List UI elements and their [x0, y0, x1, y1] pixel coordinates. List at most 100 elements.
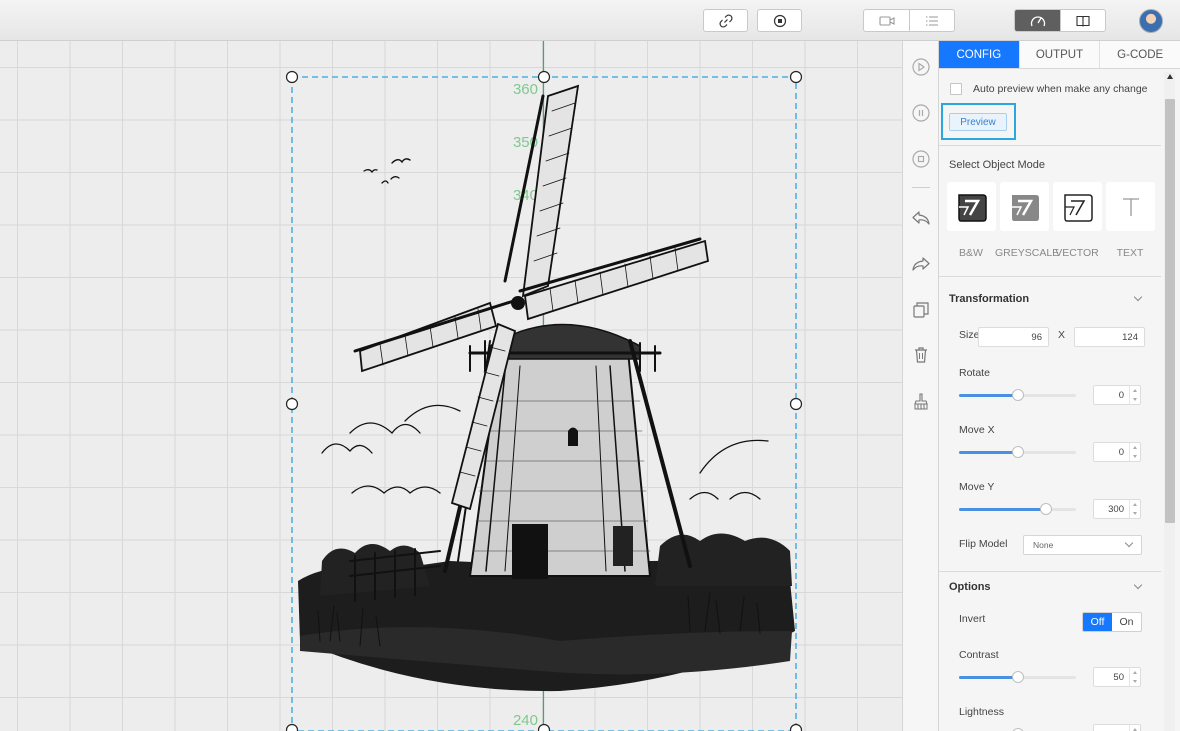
text-mode-icon [1122, 197, 1139, 216]
undo-button[interactable] [910, 207, 932, 229]
stop-job-button[interactable] [757, 9, 802, 32]
mode-group [1014, 9, 1106, 32]
brush-icon [914, 393, 928, 410]
move-y-input[interactable]: 300 [1093, 499, 1141, 519]
camera-list-group [863, 9, 955, 32]
size-width-input[interactable]: 96 [978, 327, 1049, 347]
copy-button[interactable] [910, 299, 932, 321]
select-mode-label: Select Object Mode [949, 159, 1045, 171]
stop-icon [773, 14, 786, 27]
move-x-slider[interactable] [959, 446, 1076, 458]
auto-preview-checkbox[interactable] [950, 83, 962, 95]
auto-preview-row: Auto preview when make any change [950, 83, 1148, 95]
mode-text-card[interactable] [1106, 182, 1155, 231]
contrast-label: Contrast [959, 649, 999, 661]
move-y-slider[interactable] [959, 503, 1076, 515]
move-x-stepper[interactable] [1129, 443, 1140, 461]
move-y-label: Move Y [959, 481, 995, 493]
rotate-value: 0 [1118, 389, 1124, 401]
list-icon [926, 15, 938, 26]
handle-top-right [789, 70, 803, 84]
contrast-slider-fill [959, 676, 1018, 679]
mode-bw-card[interactable] [947, 182, 996, 231]
preview-button[interactable]: Preview [949, 113, 1007, 131]
user-avatar[interactable] [1139, 9, 1163, 33]
move-y-slider-knob[interactable] [1040, 503, 1052, 515]
contrast-input[interactable]: 50 [1093, 667, 1141, 687]
move-x-value: 0 [1118, 446, 1124, 458]
tab-output[interactable]: OUTPUT [1018, 41, 1100, 68]
delete-button[interactable] [910, 344, 932, 366]
size-label: Size [959, 329, 980, 341]
invert-off-option[interactable]: Off [1083, 613, 1112, 631]
transformation-collapse-icon[interactable] [1133, 292, 1143, 302]
clear-button[interactable] [910, 391, 932, 413]
rotate-label: Rotate [959, 367, 990, 379]
handle-bottom-center [537, 723, 551, 731]
move-x-slider-knob[interactable] [1012, 446, 1024, 458]
lightness-stepper[interactable] [1129, 725, 1140, 731]
move-x-label: Move X [959, 424, 995, 436]
size-x-label: X [1058, 329, 1066, 341]
tool-column [902, 41, 939, 731]
redo-icon [912, 257, 930, 271]
options-collapse-icon[interactable] [1133, 580, 1143, 590]
lightness-input[interactable] [1093, 724, 1141, 731]
mode-greyscale-card[interactable] [1000, 182, 1049, 231]
rotate-slider-fill [959, 394, 1018, 397]
rotate-slider[interactable] [959, 389, 1076, 401]
divider [939, 145, 1161, 146]
tab-config[interactable]: CONFIG [939, 41, 1019, 68]
vector-mode-icon [1063, 193, 1093, 222]
book-icon [1076, 15, 1090, 27]
divider [939, 571, 1161, 572]
trash-icon [915, 347, 927, 363]
redo-button[interactable] [910, 253, 932, 275]
settings-panel: CONFIG OUTPUT G-CODE Auto preview when m… [939, 41, 1180, 731]
size-height-input[interactable]: 124 [1074, 327, 1145, 347]
scrollbar-thumb[interactable] [1165, 99, 1175, 523]
handle-top-center [537, 70, 551, 84]
invert-toggle[interactable]: Off On [1082, 612, 1142, 632]
play-icon [912, 58, 930, 76]
unlink-button[interactable] [703, 9, 748, 32]
mode-text-label: TEXT [1116, 247, 1144, 259]
move-y-value: 300 [1108, 503, 1124, 515]
options-title: Options [949, 581, 991, 593]
handle-bottom-right [789, 723, 803, 731]
move-y-stepper[interactable] [1129, 500, 1140, 518]
workspace-canvas[interactable]: 360 350 340 290 280 240 [0, 41, 902, 731]
stop-button[interactable] [910, 148, 932, 170]
mode-bw-label: B&W [959, 247, 983, 259]
tab-gcode[interactable]: G-CODE [1099, 41, 1180, 68]
flip-model-value: None [1033, 540, 1054, 550]
book-button[interactable] [1060, 10, 1105, 31]
contrast-slider[interactable] [959, 671, 1076, 683]
rotate-input[interactable]: 0 [1093, 385, 1141, 405]
contrast-stepper[interactable] [1129, 668, 1140, 686]
play-button[interactable] [910, 56, 932, 78]
move-x-input[interactable]: 0 [1093, 442, 1141, 462]
copy-icon [913, 302, 929, 318]
invert-label: Invert [959, 613, 986, 625]
ruler-label-360: 360 [513, 81, 538, 98]
unlink-icon [718, 13, 733, 28]
invert-on-option[interactable]: On [1112, 613, 1141, 631]
pause-button[interactable] [910, 102, 932, 124]
rotate-stepper[interactable] [1129, 386, 1140, 404]
flip-model-select[interactable]: None [1023, 535, 1142, 555]
contrast-slider-knob[interactable] [1012, 671, 1024, 683]
list-button[interactable] [909, 10, 954, 31]
camera-button[interactable] [864, 10, 909, 31]
undo-icon [912, 211, 930, 225]
rotate-slider-knob[interactable] [1012, 389, 1024, 401]
gauge-button[interactable] [1015, 10, 1060, 31]
mode-vector-card[interactable] [1053, 182, 1102, 231]
chevron-down-icon [1124, 538, 1134, 548]
auto-preview-label: Auto preview when make any change [973, 83, 1148, 95]
scroll-up-arrow[interactable] [1167, 74, 1173, 79]
divider [939, 276, 1161, 277]
handle-middle-right [789, 397, 803, 411]
camera-icon [878, 15, 895, 26]
flip-model-label: Flip Model [959, 538, 1008, 550]
